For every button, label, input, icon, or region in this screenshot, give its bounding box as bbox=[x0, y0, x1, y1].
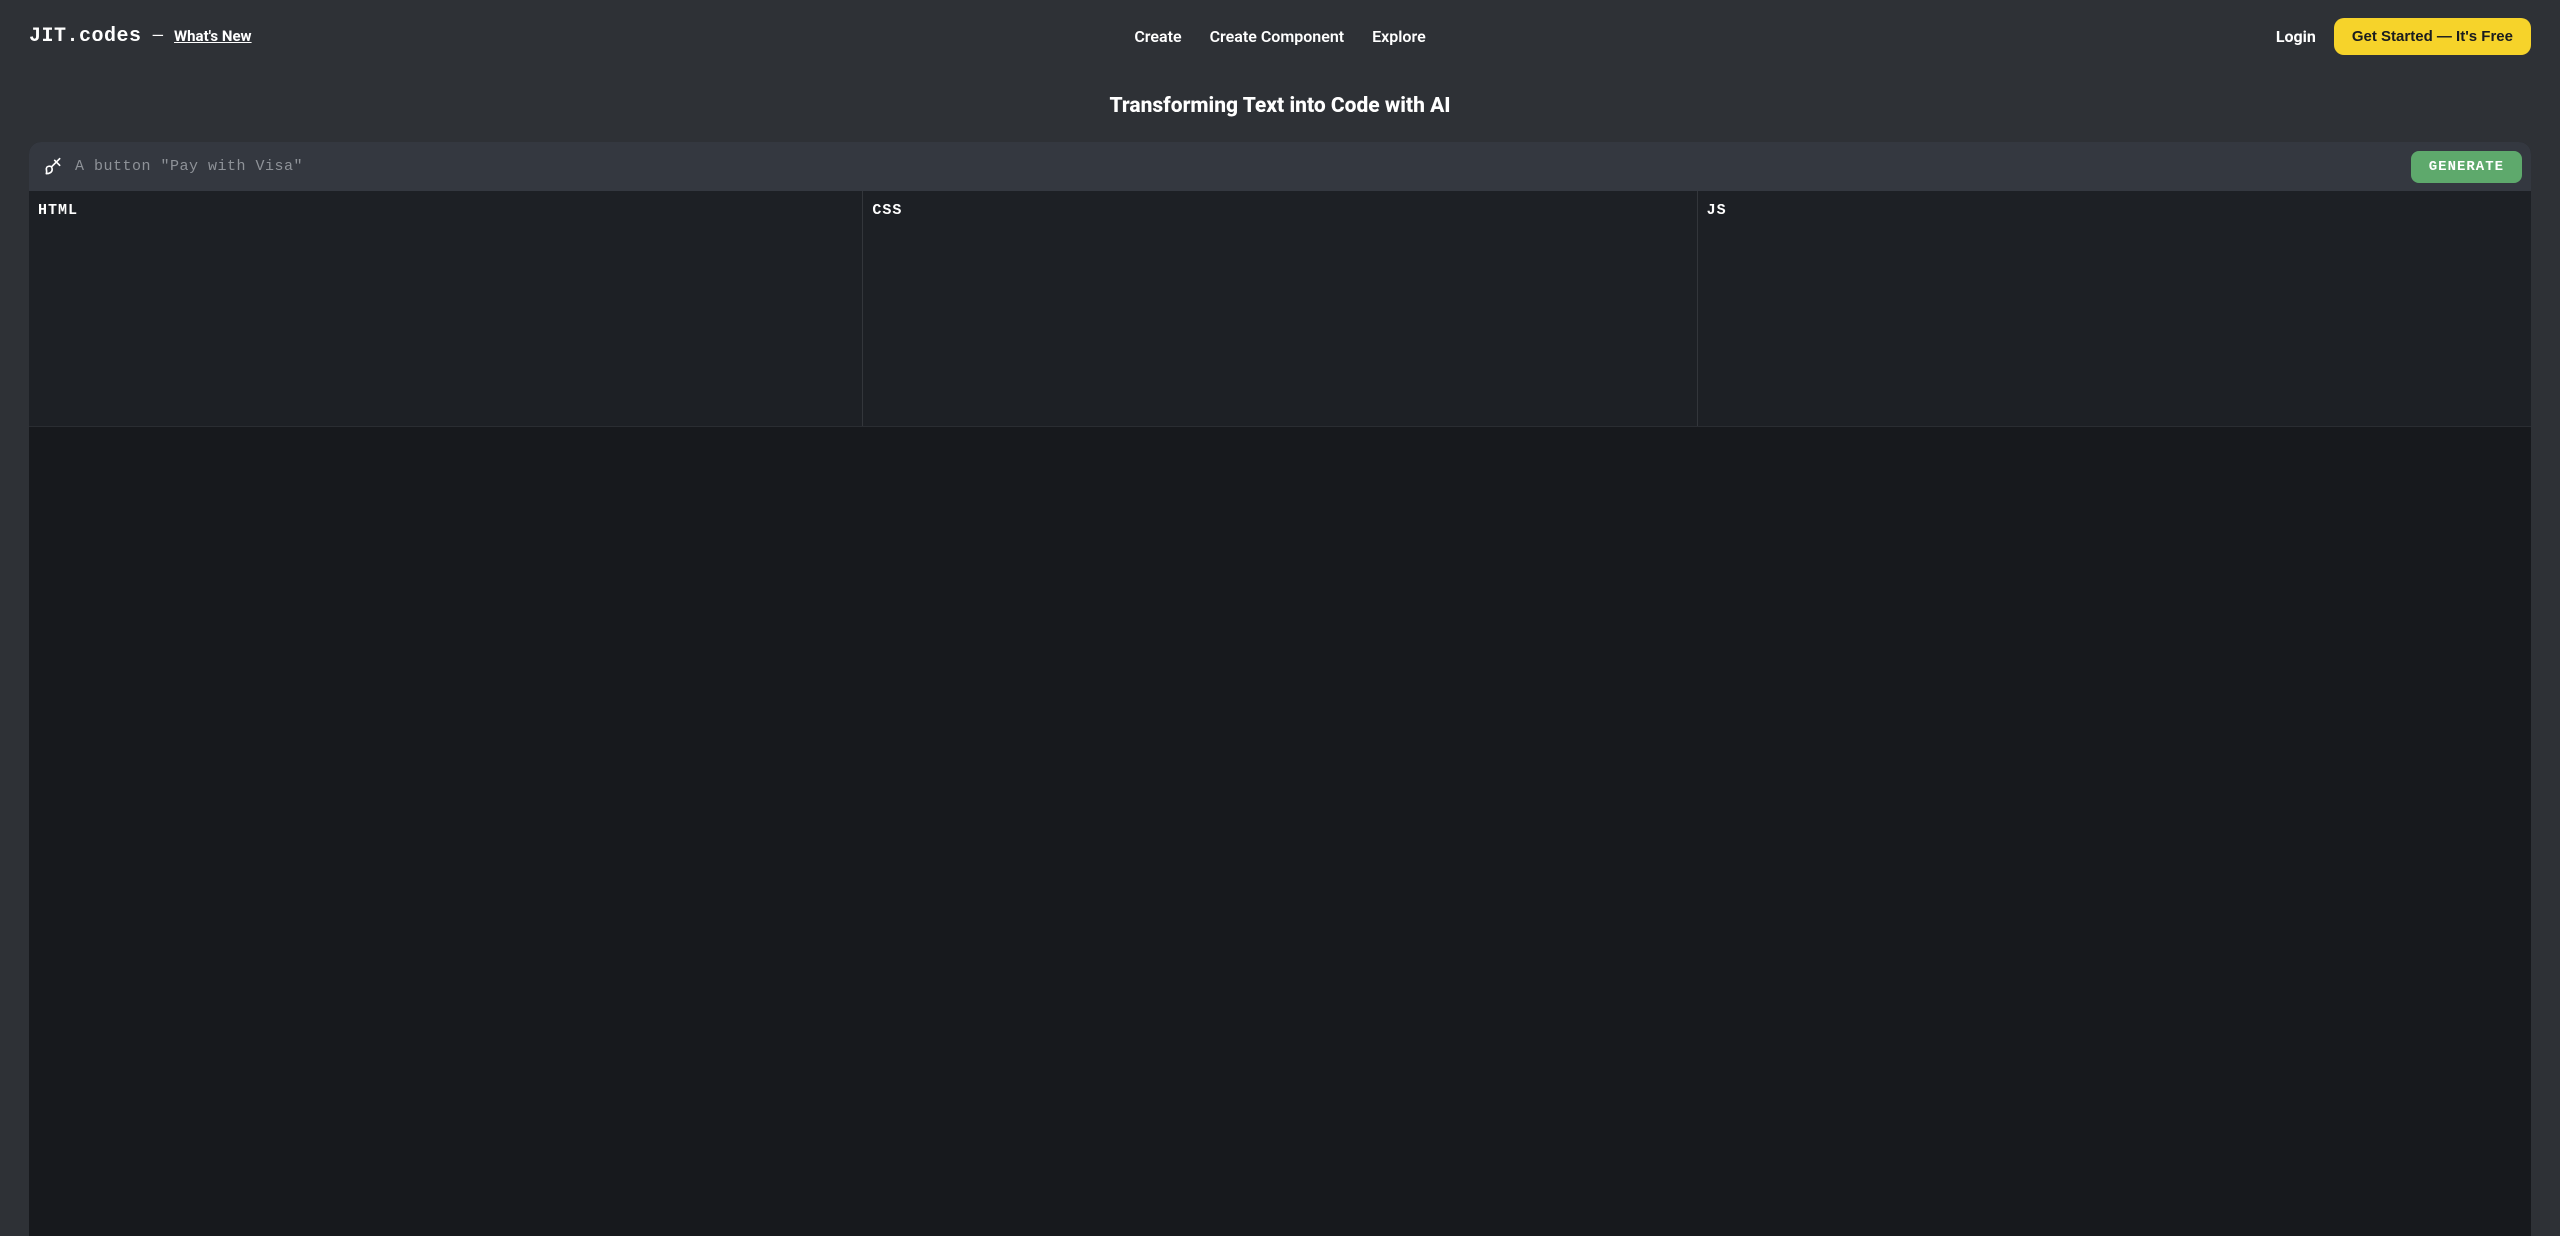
panel-css-label: CSS bbox=[872, 202, 1687, 219]
nav-explore[interactable]: Explore bbox=[1372, 27, 1426, 46]
login-link[interactable]: Login bbox=[2276, 27, 2316, 46]
page-title: Transforming Text into Code with AI bbox=[0, 72, 2560, 142]
panel-js-label: JS bbox=[1707, 202, 2522, 219]
nav-create-component[interactable]: Create Component bbox=[1210, 27, 1345, 46]
panel-html-label: HTML bbox=[38, 202, 853, 219]
nav-create[interactable]: Create bbox=[1134, 27, 1181, 46]
get-started-button[interactable]: Get Started — It's Free bbox=[2334, 18, 2531, 55]
code-panels: HTML CSS JS bbox=[29, 191, 2531, 426]
prompt-input[interactable] bbox=[75, 158, 2411, 175]
nav-center: Create Create Component Explore bbox=[1134, 27, 1425, 46]
brand-logo[interactable]: JIT.codes bbox=[29, 25, 142, 48]
panel-js[interactable]: JS bbox=[1697, 191, 2531, 426]
prompt-bar: GENERATE bbox=[29, 142, 2531, 191]
brush-icon bbox=[43, 157, 63, 177]
brand-dash: — bbox=[152, 26, 165, 45]
preview-area bbox=[29, 426, 2531, 1236]
brand-block: JIT.codes — What's New bbox=[29, 25, 252, 48]
workspace: GENERATE HTML CSS JS bbox=[29, 142, 2531, 1236]
generate-button[interactable]: GENERATE bbox=[2411, 151, 2522, 183]
whats-new-link[interactable]: What's New bbox=[174, 27, 252, 45]
header: JIT.codes — What's New Create Create Com… bbox=[0, 0, 2560, 72]
panel-html[interactable]: HTML bbox=[29, 191, 862, 426]
header-right: Login Get Started — It's Free bbox=[2276, 18, 2531, 55]
panel-css[interactable]: CSS bbox=[862, 191, 1696, 426]
